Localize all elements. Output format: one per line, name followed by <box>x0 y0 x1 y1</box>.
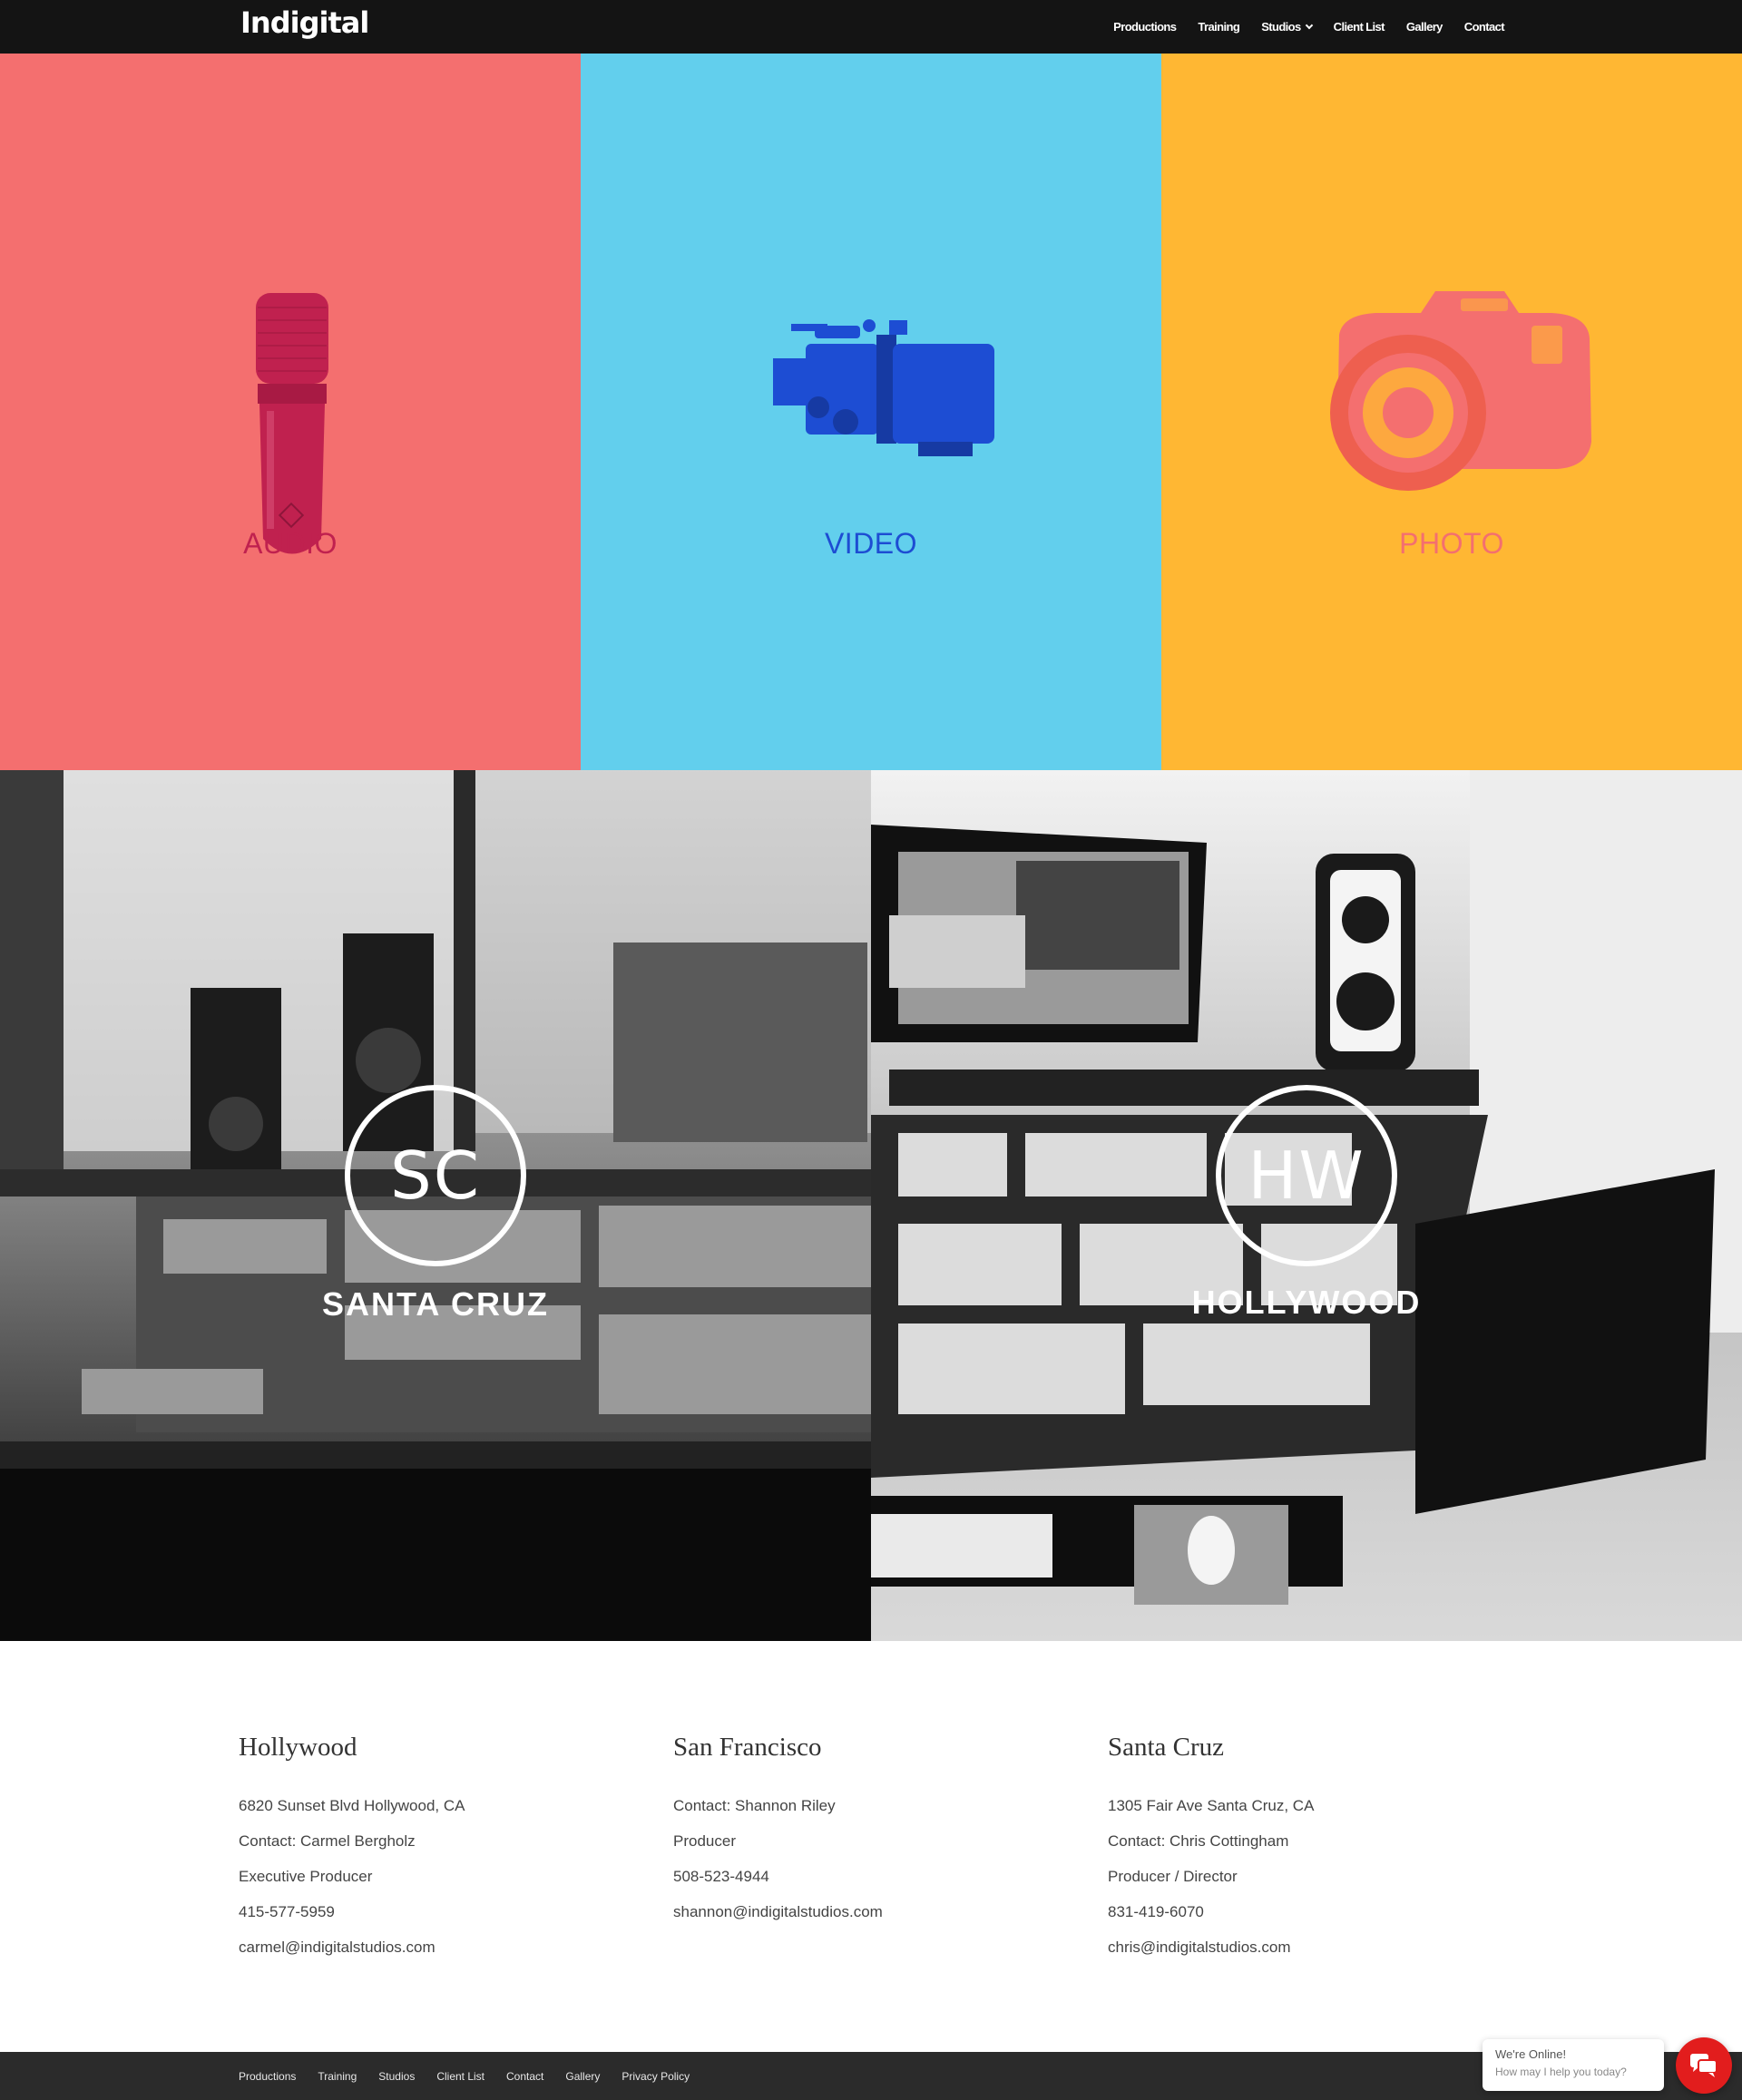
nav-item-label: Training <box>1198 20 1240 34</box>
location-contact: Contact: Shannon Riley <box>673 1797 836 1814</box>
studio-card-hollywood[interactable]: HW HOLLYWOOD <box>871 770 1742 1641</box>
location-email[interactable]: carmel@indigitalstudios.com <box>239 1929 673 1965</box>
location-role: Producer / Director <box>1108 1868 1238 1885</box>
service-panel-photo[interactable]: PHOTO <box>1161 54 1742 770</box>
service-panel-audio[interactable]: AUDIO <box>0 54 581 770</box>
footer-link-training[interactable]: Training <box>318 2070 357 2083</box>
nav-item-client-list[interactable]: Client List <box>1334 20 1385 34</box>
location-role: Producer <box>673 1832 736 1850</box>
footer-link-client-list[interactable]: Client List <box>436 2070 484 2083</box>
studio-name-hollywood: HOLLYWOOD <box>1191 1284 1422 1321</box>
footer-link-gallery[interactable]: Gallery <box>565 2070 600 2083</box>
nav-item-training[interactable]: Training <box>1198 20 1239 34</box>
location-title: San Francisco <box>673 1733 822 1762</box>
location-phone[interactable]: 415-577-5959 <box>239 1894 673 1929</box>
location-phone[interactable]: 508-523-4944 <box>673 1859 1108 1894</box>
service-label-audio: AUDIO <box>243 527 338 560</box>
chevron-down-icon <box>1305 21 1313 29</box>
chat-open-button[interactable] <box>1676 2037 1732 2094</box>
location-address: 6820 Sunset Blvd Hollywood, CA <box>239 1797 465 1814</box>
location-contact: Contact: Carmel Bergholz <box>239 1832 416 1850</box>
nav-item-gallery[interactable]: Gallery <box>1406 20 1443 34</box>
location-column-santa-cruz: Santa Cruz 1305 Fair Ave Santa Cruz, CA … <box>1108 1733 1542 1965</box>
nav-item-label: Studios <box>1261 20 1301 34</box>
location-title: Santa Cruz <box>1108 1733 1225 1762</box>
studios-section: SC SANTA CRUZ HW HOLLYWOOD <box>0 770 1742 1641</box>
photo-camera-icon <box>1330 291 1591 491</box>
studio-badge-hollywood: HW <box>1216 1085 1397 1266</box>
studio-badge-text: HW <box>1248 1138 1365 1214</box>
service-label-photo: PHOTO <box>1399 527 1504 560</box>
service-panel-video[interactable]: VIDEO <box>581 54 1161 770</box>
studio-card-santa-cruz[interactable]: SC SANTA CRUZ <box>0 770 871 1641</box>
locations-section: Hollywood 6820 Sunset Blvd Hollywood, CA… <box>239 1733 1545 1965</box>
chat-greeting-bubble[interactable]: We're Online! How may I help you today? <box>1483 2039 1664 2091</box>
location-address: 1305 Fair Ave Santa Cruz, CA <box>1108 1797 1315 1814</box>
footer-link-productions[interactable]: Productions <box>239 2070 296 2083</box>
studio-badge-text: SC <box>390 1138 481 1214</box>
footer-bar: Productions Training Studios Client List… <box>0 2052 1742 2100</box>
location-phone[interactable]: 831-419-6070 <box>1108 1894 1542 1929</box>
footer-link-studios[interactable]: Studios <box>378 2070 415 2083</box>
location-email[interactable]: chris@indigitalstudios.com <box>1108 1929 1542 1965</box>
studio-name-santa-cruz: SANTA CRUZ <box>322 1285 549 1323</box>
chat-icon <box>1690 2054 1718 2077</box>
nav-item-contact[interactable]: Contact <box>1463 20 1505 34</box>
footer-nav: Productions Training Studios Client List… <box>239 2052 690 2100</box>
top-navigation-bar: Indigital Productions Training Studios C… <box>0 0 1742 54</box>
chat-subtitle: How may I help you today? <box>1495 2066 1627 2078</box>
nav-item-label: Client List <box>1333 20 1385 34</box>
location-column-san-francisco: San Francisco Contact: Shannon Riley Pro… <box>673 1733 1108 1965</box>
nav-item-productions[interactable]: Productions <box>1113 20 1177 34</box>
logo[interactable]: Indigital <box>240 5 369 40</box>
location-role: Executive Producer <box>239 1868 373 1885</box>
nav-item-studios[interactable]: Studios <box>1261 20 1313 34</box>
main-nav: Productions Training Studios Client List… <box>1113 0 1504 54</box>
location-title: Hollywood <box>239 1733 357 1762</box>
nav-item-label: Gallery <box>1405 20 1443 34</box>
footer-link-contact[interactable]: Contact <box>506 2070 543 2083</box>
nav-item-label: Productions <box>1113 20 1177 34</box>
studio-badge-santa-cruz: SC <box>345 1085 526 1266</box>
chat-title: We're Online! <box>1495 2047 1567 2061</box>
service-label-video: VIDEO <box>824 527 918 560</box>
microphone-icon <box>256 293 328 554</box>
video-camera-icon <box>773 319 994 456</box>
location-column-hollywood: Hollywood 6820 Sunset Blvd Hollywood, CA… <box>239 1733 673 1965</box>
nav-item-label: Contact <box>1463 20 1505 34</box>
location-contact: Contact: Chris Cottingham <box>1108 1832 1289 1850</box>
footer-link-privacy-policy[interactable]: Privacy Policy <box>621 2070 690 2083</box>
location-email[interactable]: shannon@indigitalstudios.com <box>673 1894 1108 1929</box>
services-section: AUDIO VIDEO PHOTO <box>0 54 1742 770</box>
